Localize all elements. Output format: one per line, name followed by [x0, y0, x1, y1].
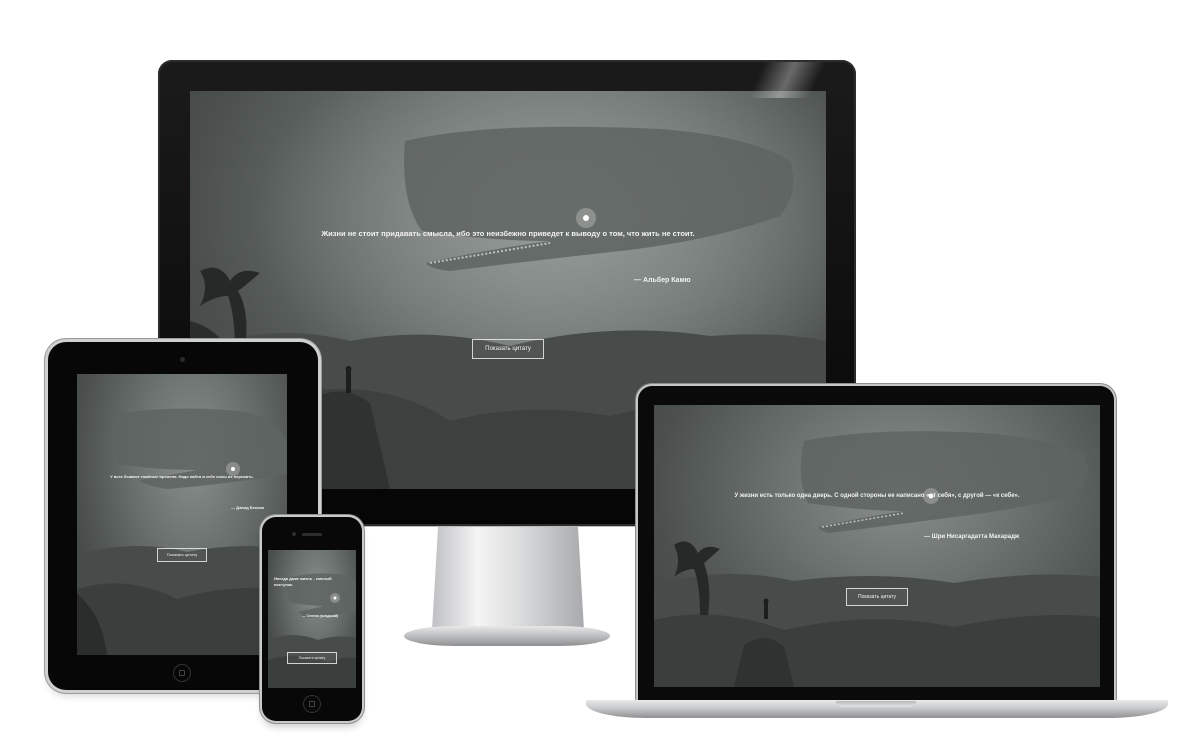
show-quote-button[interactable]: Показать цитату: [157, 548, 207, 562]
quote-text: Жизни не стоит придавать смысла, ибо это…: [321, 229, 695, 238]
show-quote-button[interactable]: Показать цитату: [846, 588, 908, 606]
show-quote-button[interactable]: Показать цитату: [287, 652, 337, 664]
quote-author: — Шри Нисаргадатта Махарадж: [924, 534, 1020, 540]
phone-home-button[interactable]: [303, 695, 321, 713]
laptop-opening-notch: [836, 701, 916, 707]
phone-screen: Иногда даже жизнь - смелый поступок. — С…: [268, 550, 356, 688]
responsive-mockup: Жизни не стоит придавать смысла, ибо это…: [0, 0, 1200, 750]
quote-author: — Дэвид Бекхэм: [231, 505, 265, 510]
tablet-home-button[interactable]: [173, 664, 191, 682]
quote-author: — Сенека (младший): [302, 614, 339, 618]
monitor-stand-neck: [432, 526, 584, 630]
quote-text: У всех бывают тяжёлые времена. Надо найт…: [110, 474, 254, 479]
whale-fog-illustration: [268, 573, 356, 688]
laptop-screen: У жизни есть только одна дверь. С одной …: [654, 405, 1100, 687]
phone-camera-icon: [292, 532, 296, 536]
phone-speaker: [302, 533, 322, 536]
tablet-camera-icon: [180, 357, 185, 362]
quote-text: Иногда даже жизнь - смелый поступок.: [274, 576, 332, 587]
whale-fog-illustration: [654, 431, 1100, 687]
quote-author: — Альбер Камю: [634, 277, 691, 284]
tablet-screen: У всех бывают тяжёлые времена. Надо найт…: [77, 374, 287, 655]
quote-text: У жизни есть только одна дверь. С одной …: [734, 493, 1020, 499]
monitor-stand-base: [404, 626, 610, 646]
show-quote-button[interactable]: Показать цитату: [472, 339, 544, 359]
whale-fog-illustration: [77, 408, 287, 655]
